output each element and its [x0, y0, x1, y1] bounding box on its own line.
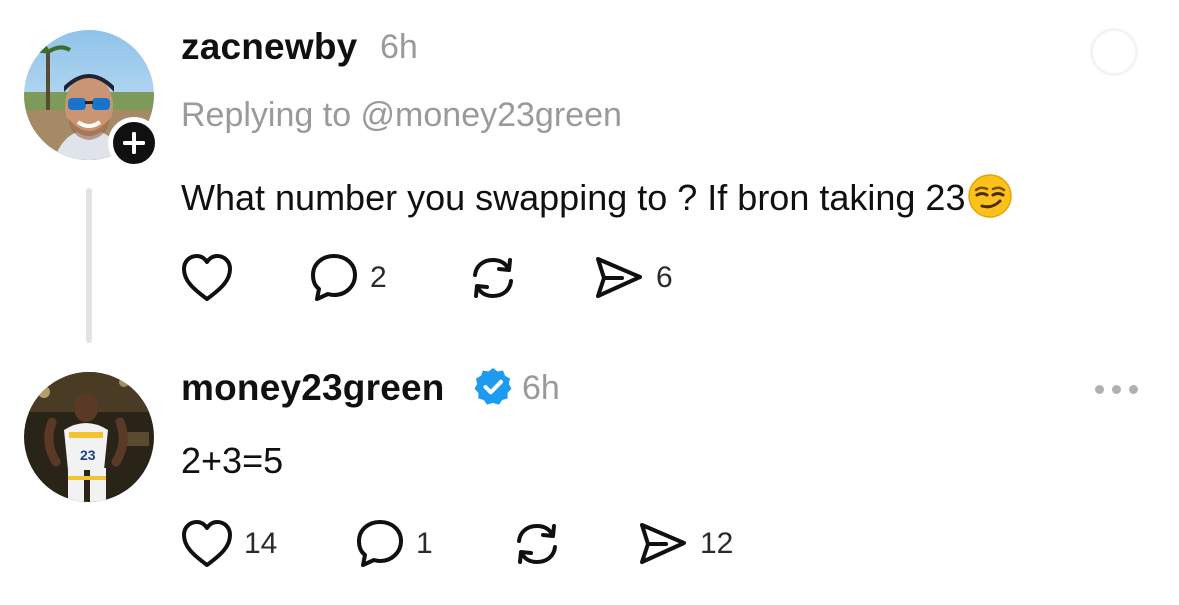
replying-to-label[interactable]: Replying to @money23green — [181, 96, 622, 135]
more-options-button[interactable] — [1095, 385, 1138, 394]
like-button[interactable] — [180, 248, 234, 308]
comment-icon — [311, 254, 357, 301]
avatar-money23green[interactable]: 23 — [24, 372, 154, 502]
post-timestamp: 6h — [522, 369, 560, 407]
reply-button[interactable]: 2 — [308, 248, 387, 308]
follow-button[interactable] — [108, 117, 160, 169]
avatar-money23green-image: 23 — [24, 372, 154, 502]
post-text-content: What number you swapping to ? If bron ta… — [181, 177, 966, 218]
repost-button[interactable] — [466, 248, 520, 308]
heart-icon — [182, 520, 232, 567]
share-icon — [596, 257, 642, 298]
like-button[interactable]: 14 — [180, 514, 277, 574]
thread-connector-line — [86, 188, 92, 343]
more-options-icon — [1095, 385, 1104, 394]
share-button[interactable]: 6 — [592, 248, 673, 308]
share-count: 12 — [700, 527, 734, 560]
post-timestamp: 6h — [380, 28, 418, 66]
verified-badge-icon — [474, 368, 512, 405]
repost-button[interactable] — [510, 514, 564, 574]
share-count: 6 — [656, 261, 673, 294]
post-username[interactable]: money23green — [181, 367, 445, 409]
smirk-emoji-icon — [968, 174, 1013, 218]
plus-icon — [123, 132, 145, 154]
post-text: What number you swapping to ? If bron ta… — [181, 173, 1013, 219]
reply-count: 2 — [370, 261, 387, 294]
reply-count: 1 — [416, 527, 433, 560]
more-options-icon — [1112, 385, 1121, 394]
share-icon — [640, 523, 686, 564]
more-options-icon — [1129, 385, 1138, 394]
like-count: 14 — [244, 527, 278, 560]
post-username[interactable]: zacnewby — [181, 26, 357, 68]
faint-overlay-icon — [1090, 28, 1138, 76]
reply-button[interactable]: 1 — [354, 514, 433, 574]
comment-icon — [357, 520, 403, 567]
svg-text:23: 23 — [80, 447, 96, 463]
repost-icon — [517, 523, 557, 565]
post-text: 2+3=5 — [181, 440, 284, 481]
share-button[interactable]: 12 — [636, 514, 733, 574]
repost-icon — [473, 257, 513, 299]
heart-icon — [182, 254, 232, 301]
